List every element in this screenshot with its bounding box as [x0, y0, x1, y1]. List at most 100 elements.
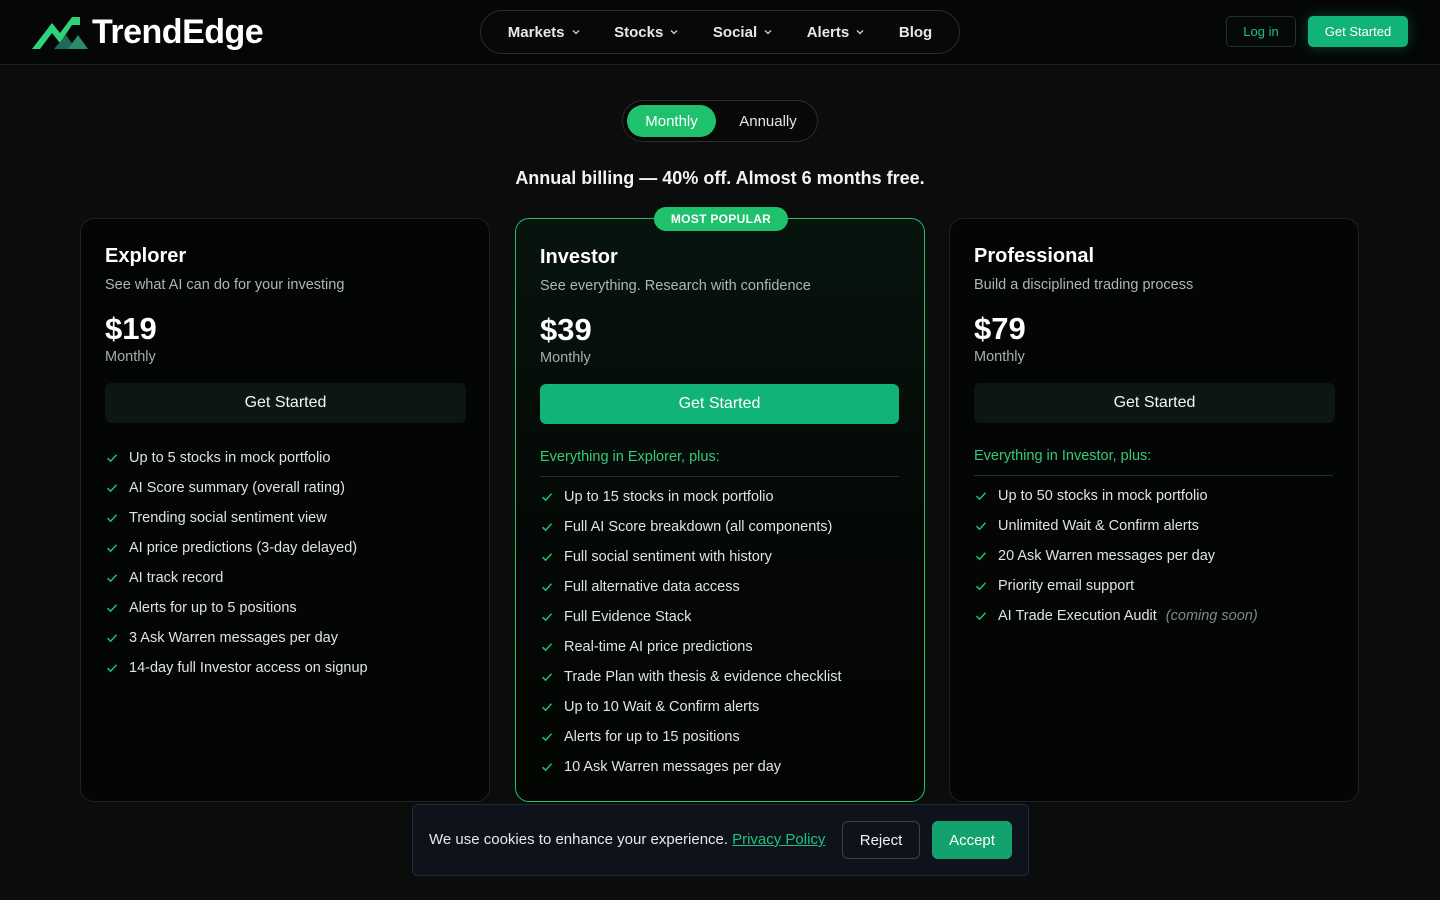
- billing-note: Annual billing — 40% off. Almost 6 month…: [515, 168, 925, 188]
- check-icon: [541, 613, 553, 622]
- divider: [974, 475, 1333, 476]
- feature-text: Up to 10 Wait & Confirm alerts: [564, 699, 760, 715]
- check-icon: [106, 544, 118, 553]
- feature-item: 3 Ask Warren messages per day: [105, 623, 368, 653]
- feature-item: Alerts for up to 15 positions: [540, 722, 842, 752]
- feature-item: Unlimited Wait & Confirm alerts: [974, 511, 1258, 541]
- plan-name: Investor: [540, 246, 618, 268]
- nav-markets-label: Markets: [507, 23, 565, 41]
- chevron-down-icon: [670, 30, 678, 35]
- feature-text: Full AI Score breakdown (all components): [564, 519, 833, 535]
- check-icon: [541, 553, 553, 562]
- check-icon: [541, 493, 553, 502]
- feature-item: Full social sentiment with history: [540, 542, 842, 572]
- nav-stocks-label: Stocks: [614, 23, 664, 41]
- explorer-get-started-button[interactable]: Get Started: [105, 383, 466, 423]
- check-icon: [975, 582, 987, 591]
- nav-alerts[interactable]: Alerts: [807, 24, 866, 41]
- feature-text: AI price predictions (3-day delayed): [129, 540, 358, 556]
- feature-item: Up to 10 Wait & Confirm alerts: [540, 692, 842, 722]
- plan-name: Explorer: [105, 245, 187, 267]
- feature-item: Trending social sentiment view: [105, 503, 368, 533]
- check-icon: [541, 523, 553, 532]
- nav-social[interactable]: Social: [713, 24, 773, 41]
- feature-item: Trade Plan with thesis & evidence checkl…: [540, 662, 842, 692]
- check-icon: [106, 574, 118, 583]
- feature-text: Real-time AI price predictions: [564, 639, 753, 655]
- header-get-started-button[interactable]: Get Started: [1308, 16, 1408, 47]
- investor-get-started-button[interactable]: Get Started: [540, 384, 899, 424]
- plan-description: Build a disciplined trading process: [974, 277, 1194, 293]
- feature-text: Unlimited Wait & Confirm alerts: [998, 518, 1199, 534]
- check-icon: [975, 552, 987, 561]
- feature-text: Priority email support: [998, 578, 1135, 594]
- plan-card-investor: MOST POPULAR Investor See everything. Re…: [515, 207, 925, 802]
- feature-item: Full alternative data access: [540, 572, 842, 602]
- coming-soon-note: (coming soon): [1165, 608, 1258, 624]
- feature-item: AI Trade Execution Audit (coming soon): [974, 601, 1258, 631]
- plan-price: $19: [105, 311, 157, 346]
- feature-item: Full AI Score breakdown (all components): [540, 512, 842, 542]
- toggle-monthly[interactable]: Monthly: [627, 105, 716, 137]
- check-icon: [106, 664, 118, 673]
- feature-text: Trade Plan with thesis & evidence checkl…: [564, 669, 842, 685]
- feature-text: Full alternative data access: [564, 579, 740, 595]
- chevron-down-icon: [572, 30, 579, 35]
- check-icon: [106, 484, 118, 493]
- check-icon: [541, 643, 553, 652]
- brand-name: TrendEdge: [92, 12, 264, 51]
- check-icon: [541, 673, 553, 682]
- feature-text: AI track record: [129, 570, 224, 586]
- plan-period: Monthly: [974, 349, 1025, 365]
- feature-item: AI track record: [105, 563, 368, 593]
- plan-description: See what AI can do for your investing: [105, 277, 345, 293]
- reject-cookies-button[interactable]: Reject: [842, 821, 920, 859]
- feature-item: Priority email support: [974, 571, 1258, 601]
- feature-item: Up to 5 stocks in mock portfolio: [105, 443, 368, 473]
- feature-item: 14-day full Investor access on signup: [105, 653, 368, 683]
- main-nav: Markets Stocks Social Alerts Blog: [480, 10, 960, 54]
- plus-title: Everything in Explorer, plus:: [540, 449, 720, 465]
- cookie-text: We use cookies to enhance your experienc…: [429, 831, 729, 848]
- nav-stocks[interactable]: Stocks: [614, 24, 679, 41]
- feature-text: AI Score summary (overall rating): [129, 480, 345, 496]
- check-icon: [541, 703, 553, 712]
- feature-list: Up to 50 stocks in mock portfolio Unlimi…: [974, 481, 1258, 631]
- check-icon: [106, 604, 118, 613]
- nav-blog[interactable]: Blog: [899, 24, 932, 41]
- chevron-down-icon: [764, 30, 772, 35]
- nav-markets[interactable]: Markets: [508, 24, 581, 41]
- cookie-banner: We use cookies to enhance your experienc…: [412, 804, 1029, 876]
- check-icon: [975, 612, 987, 621]
- check-icon: [541, 733, 553, 742]
- trendedge-logo-icon: [32, 17, 88, 49]
- feature-text: Up to 50 stocks in mock portfolio: [998, 488, 1208, 504]
- check-icon: [106, 514, 118, 523]
- plan-period: Monthly: [540, 350, 591, 366]
- login-button[interactable]: Log in: [1226, 16, 1296, 47]
- feature-item: Up to 50 stocks in mock portfolio: [974, 481, 1258, 511]
- site-header: TrendEdge Markets Stocks Social Alerts B…: [0, 0, 1440, 65]
- plus-title: Everything in Investor, plus:: [974, 448, 1152, 464]
- brand-logo[interactable]: TrendEdge: [32, 10, 264, 54]
- check-icon: [541, 583, 553, 592]
- feature-item: Real-time AI price predictions: [540, 632, 842, 662]
- toggle-annually[interactable]: Annually: [725, 105, 811, 137]
- plan-card-professional: Professional Build a disciplined trading…: [949, 218, 1359, 802]
- check-icon: [975, 522, 987, 531]
- professional-get-started-button[interactable]: Get Started: [974, 383, 1335, 423]
- feature-text: Up to 5 stocks in mock portfolio: [129, 450, 331, 466]
- accept-cookies-button[interactable]: Accept: [932, 821, 1012, 859]
- feature-text: Up to 15 stocks in mock portfolio: [564, 489, 774, 505]
- billing-toggle: Monthly Annually: [622, 100, 818, 142]
- check-icon: [106, 634, 118, 643]
- divider: [540, 476, 899, 477]
- feature-item: Up to 15 stocks in mock portfolio: [540, 482, 842, 512]
- feature-text: 10 Ask Warren messages per day: [564, 759, 782, 775]
- privacy-policy-link[interactable]: Privacy Policy: [732, 831, 825, 848]
- most-popular-badge: MOST POPULAR: [654, 207, 788, 231]
- feature-item: AI price predictions (3-day delayed): [105, 533, 368, 563]
- feature-text: AI Trade Execution Audit: [998, 608, 1157, 624]
- feature-text: Full social sentiment with history: [564, 549, 772, 565]
- feature-text: 14-day full Investor access on signup: [129, 660, 368, 676]
